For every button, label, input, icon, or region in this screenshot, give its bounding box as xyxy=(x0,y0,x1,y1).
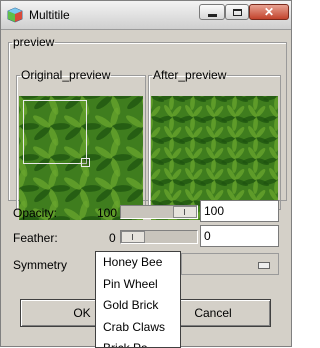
symmetry-combo[interactable] xyxy=(181,253,279,275)
maximize-icon xyxy=(233,9,242,16)
opacity-value-label: 100 xyxy=(97,206,117,220)
symmetry-label: Symmetry xyxy=(13,258,67,272)
feather-slider-thumb[interactable] xyxy=(121,231,145,243)
symmetry-option[interactable]: Pin Wheel xyxy=(96,274,180,296)
after-preview-group: After_preview xyxy=(148,68,281,210)
feather-input[interactable]: 0 xyxy=(200,225,279,247)
original-preview-image[interactable] xyxy=(19,96,143,220)
multitile-window: Multitile ✕ preview Original_preview A xyxy=(0,0,292,347)
opacity-label: Opacity: xyxy=(13,206,57,220)
feather-value-label: 0 xyxy=(109,231,116,245)
close-button[interactable]: ✕ xyxy=(249,4,289,20)
minimize-button[interactable] xyxy=(199,4,225,20)
opacity-slider-thumb[interactable] xyxy=(173,206,197,218)
preview-group: preview Original_preview After_preview xyxy=(8,35,287,201)
feather-slider[interactable] xyxy=(120,230,198,244)
minimize-icon xyxy=(208,14,217,17)
original-preview-group: Original_preview xyxy=(16,68,146,210)
app-icon xyxy=(7,7,23,23)
symmetry-option[interactable]: Crab Claws xyxy=(96,317,180,339)
symmetry-option[interactable]: Honey Bee xyxy=(96,252,180,274)
symmetry-option[interactable]: Gold Brick xyxy=(96,295,180,317)
opacity-slider[interactable] xyxy=(120,205,198,219)
title-bar[interactable]: Multitile ✕ xyxy=(1,1,291,30)
maximize-button[interactable] xyxy=(225,4,249,20)
dropdown-arrow-icon xyxy=(258,262,270,269)
tile-selection-rectangle[interactable] xyxy=(23,100,87,164)
original-preview-label: Original_preview xyxy=(20,68,111,82)
preview-group-label: preview xyxy=(12,35,55,49)
opacity-input[interactable]: 100 xyxy=(200,200,279,222)
feather-label: Feather: xyxy=(13,231,58,245)
after-preview-label: After_preview xyxy=(152,68,227,82)
symmetry-dropdown-list[interactable]: Honey Bee Pin Wheel Gold Brick Crab Claw… xyxy=(95,251,181,348)
selection-resize-handle[interactable] xyxy=(81,158,90,167)
window-title: Multitile xyxy=(29,8,70,22)
close-icon: ✕ xyxy=(264,5,274,19)
